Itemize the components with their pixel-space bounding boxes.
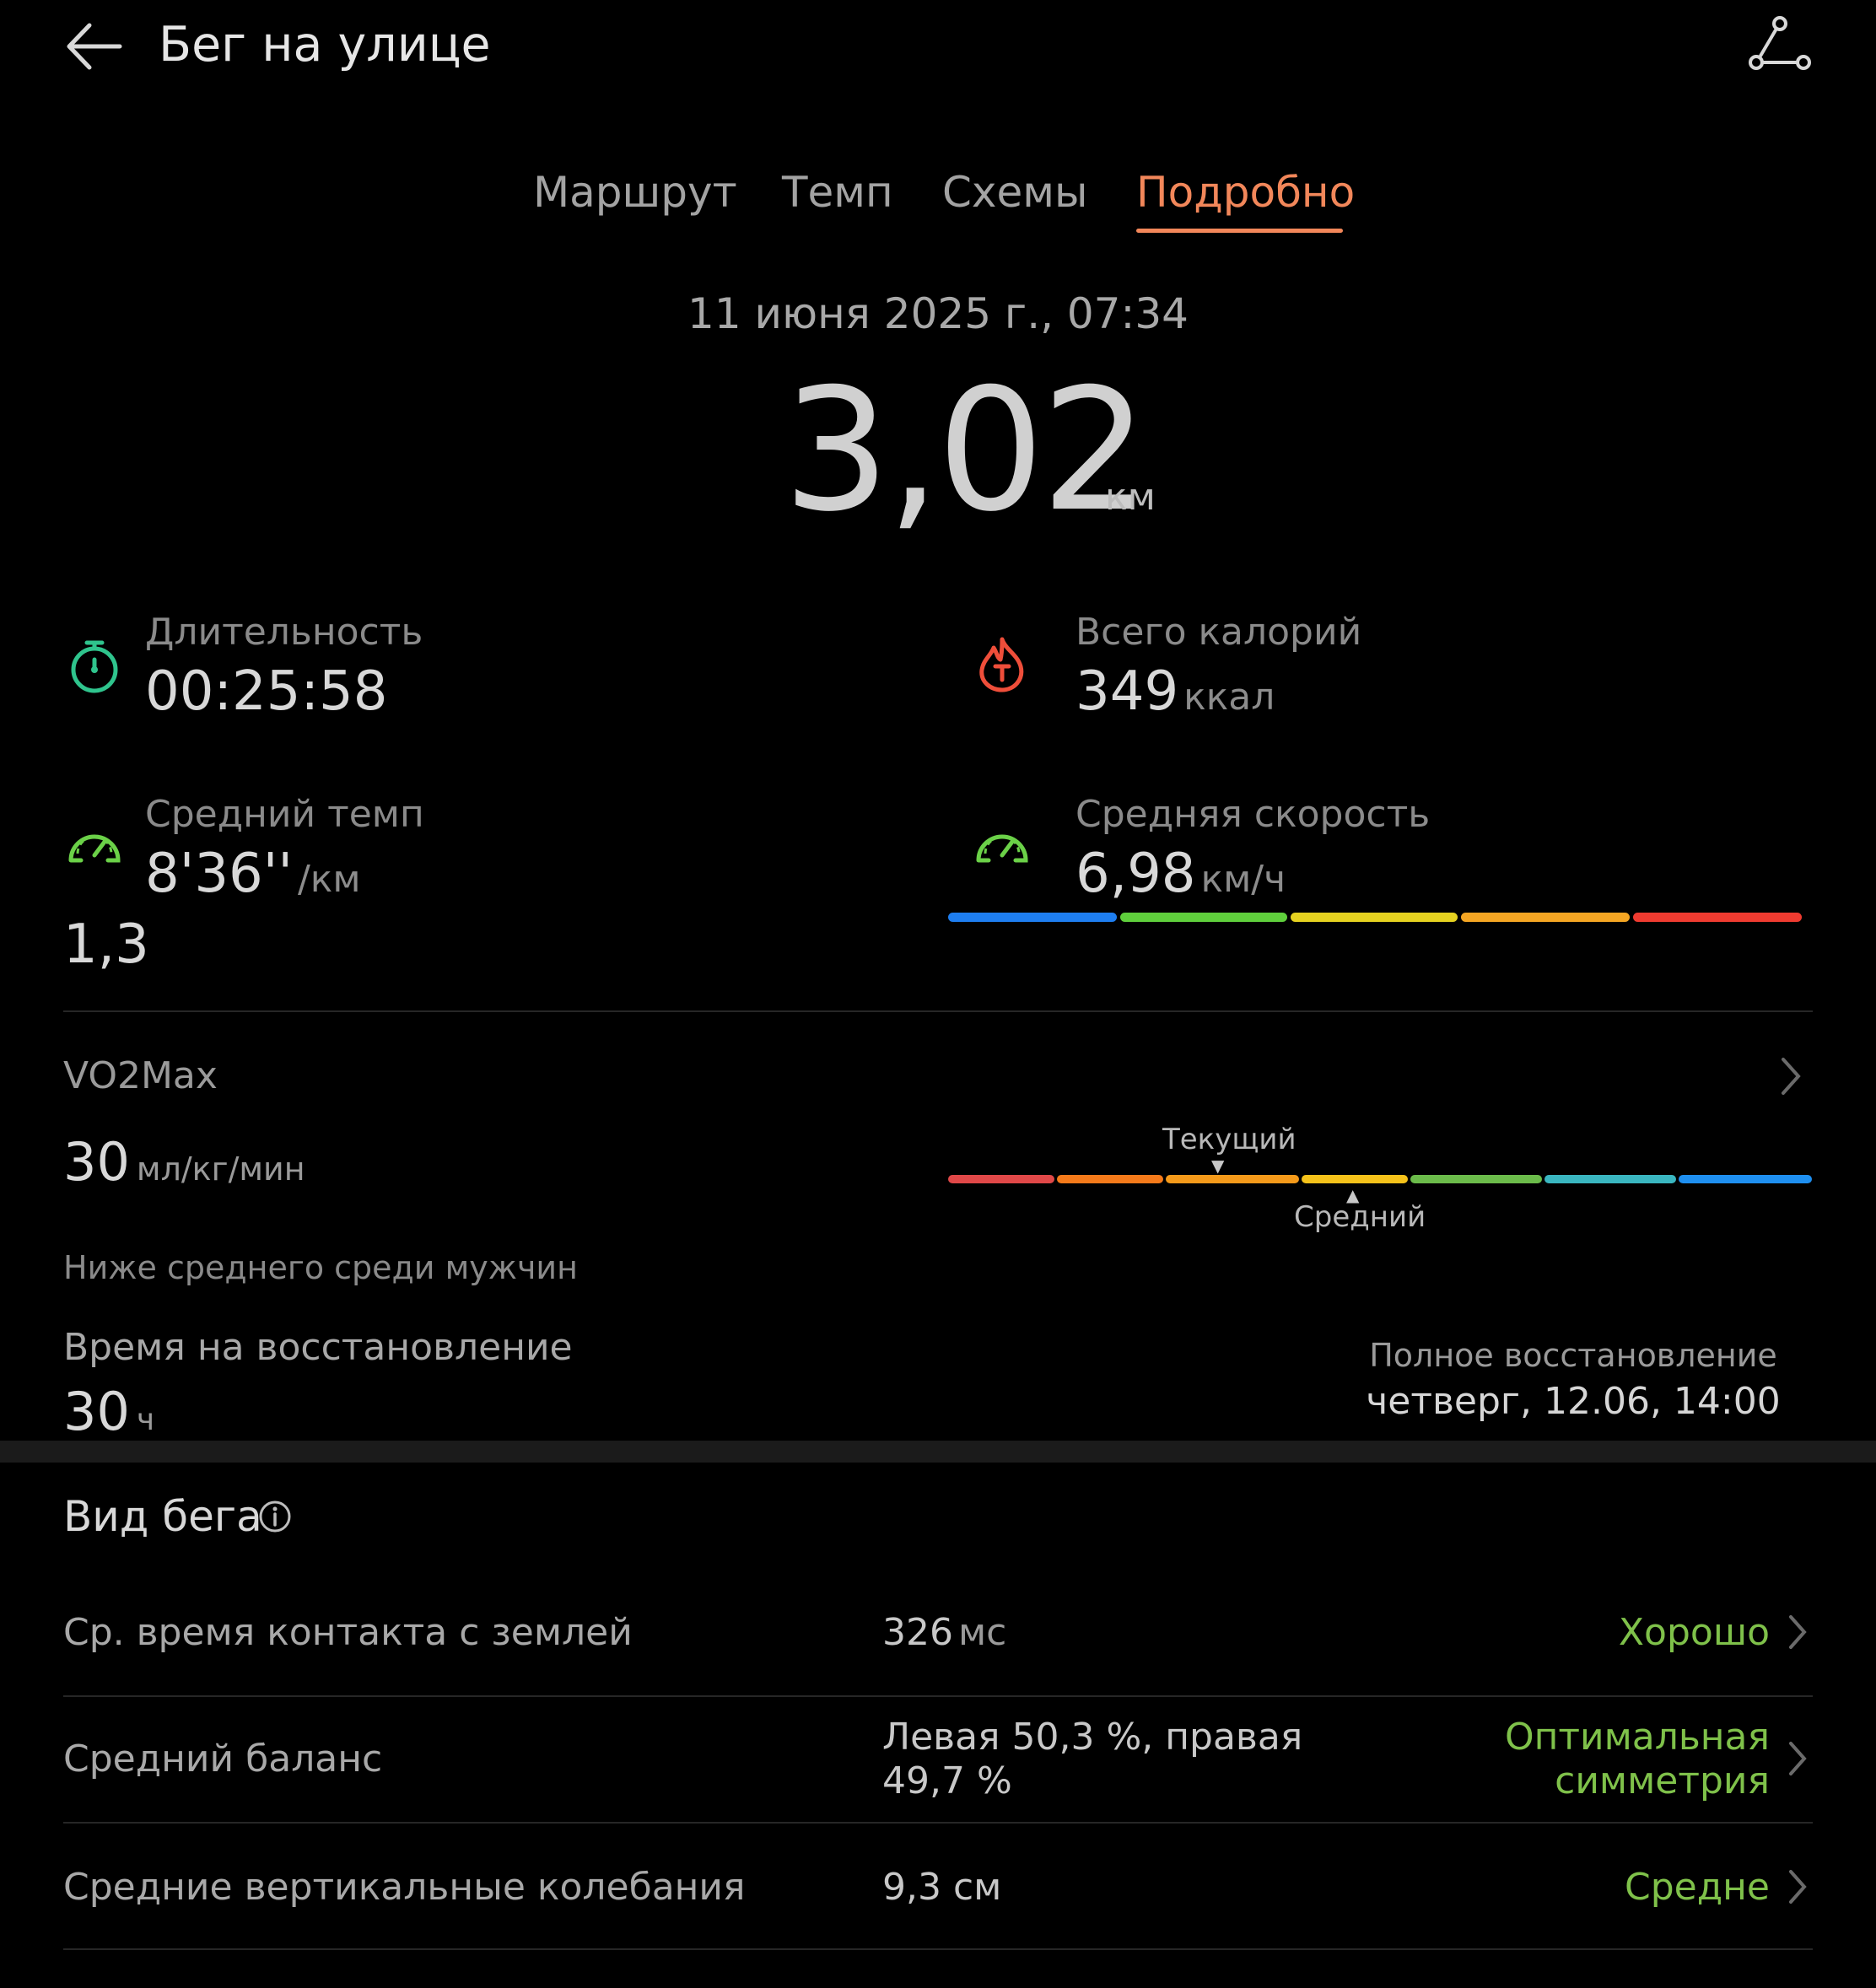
divider: [63, 1695, 1813, 1697]
workout-date: 11 июня 2025 г., 07:34: [687, 289, 1189, 338]
balance-label[interactable]: Средний баланс: [63, 1736, 382, 1783]
ground-contact-rating: Хорошо: [1618, 1611, 1770, 1654]
vo2-zone-6: [1544, 1175, 1676, 1183]
recovery-label: Время на восстановление: [63, 1326, 573, 1369]
speed-zone-2: [1120, 913, 1287, 922]
stopwatch-icon: [71, 640, 118, 693]
duration-value: 00:25:58: [145, 660, 388, 723]
pace-extra-value: 1,3: [63, 913, 149, 976]
calories-label: Всего калорий: [1075, 611, 1362, 654]
chevron-right-icon[interactable]: [1787, 1739, 1809, 1778]
duration-label: Длительность: [145, 611, 423, 654]
vo2-zone-3: [1166, 1175, 1299, 1183]
ground-contact-value: 326: [882, 1611, 953, 1654]
calories-value: 349: [1075, 660, 1179, 723]
chevron-right-icon[interactable]: [1778, 1054, 1803, 1098]
speed-zone-4: [1461, 913, 1630, 922]
back-arrow-icon[interactable]: [61, 17, 128, 76]
chevron-right-icon[interactable]: [1787, 1613, 1809, 1651]
speed-unit: км/ч: [1200, 858, 1286, 901]
speed-zone-1: [948, 913, 1117, 922]
current-marker-icon: ▼: [1211, 1156, 1225, 1176]
vo2-current-label: Текущий: [1162, 1123, 1296, 1156]
balance-rating-line1: Оптимальная: [1504, 1716, 1770, 1759]
pace-label: Средний темп: [145, 793, 424, 836]
vo2-zone-7: [1679, 1175, 1812, 1183]
vo2max-note: Ниже среднего среди мужчин: [63, 1249, 578, 1286]
run-type-title: Вид бега: [63, 1492, 262, 1541]
vertical-oscillation-rating: Средне: [1625, 1866, 1770, 1909]
speed-zone-5: [1633, 913, 1802, 922]
vo2-zone-2: [1057, 1175, 1163, 1183]
vo2max-label[interactable]: VO2Max: [63, 1053, 218, 1100]
balance-value-line1: Левая 50,3 %, правая: [882, 1716, 1303, 1759]
balance-value-line2: 49,7 %: [882, 1759, 1012, 1802]
gauge-icon: [976, 834, 1028, 863]
distance-unit: км: [1105, 476, 1156, 519]
vo2-average-label: Средний: [1294, 1200, 1426, 1234]
pace-value: 8'36'': [145, 843, 293, 905]
vo2-zone-1: [948, 1175, 1054, 1183]
speed-value: 6,98: [1075, 843, 1196, 905]
speedometer-icon: [68, 834, 121, 863]
recovery-value: 30: [63, 1381, 130, 1442]
vertical-oscillation-value: 9,3 см: [882, 1866, 1002, 1909]
full-recovery-value: четверг, 12.06, 14:00: [1366, 1380, 1781, 1423]
page-title: Бег на улице: [159, 17, 491, 73]
full-recovery-label: Полное восстановление: [1369, 1337, 1777, 1374]
ground-contact-unit: мс: [957, 1611, 1007, 1654]
flame-icon: [979, 637, 1024, 692]
speed-zone-3: [1291, 913, 1458, 922]
vo2-zone-5: [1410, 1175, 1542, 1183]
vo2-zone-4: [1302, 1175, 1408, 1183]
tab-route[interactable]: Маршрут: [533, 165, 737, 219]
divider: [63, 1010, 1813, 1012]
divider: [63, 1948, 1813, 1950]
ground-contact-label[interactable]: Ср. время контакта с землей: [63, 1609, 633, 1657]
calories-unit: ккал: [1183, 676, 1275, 719]
vo2max-value: 30: [63, 1131, 130, 1193]
vo2max-unit: мл/кг/мин: [136, 1150, 305, 1188]
route-share-icon[interactable]: [1748, 15, 1812, 73]
chevron-right-icon[interactable]: [1787, 1867, 1809, 1906]
section-separator: [0, 1441, 1876, 1463]
active-tab-indicator: [1136, 229, 1343, 233]
recovery-unit: ч: [136, 1403, 155, 1437]
tab-pace[interactable]: Темп: [782, 165, 893, 219]
divider: [63, 1822, 1813, 1824]
tab-details[interactable]: Подробно: [1136, 165, 1355, 219]
vertical-oscillation-label[interactable]: Средние вертикальные колебания: [63, 1864, 746, 1911]
speed-label: Средняя скорость: [1075, 793, 1431, 836]
distance-value: 3,02: [783, 353, 1148, 549]
info-icon[interactable]: [258, 1500, 292, 1533]
balance-rating-line2: симметрия: [1555, 1759, 1770, 1802]
pace-unit: /км: [297, 858, 361, 901]
tab-charts[interactable]: Схемы: [942, 165, 1087, 219]
